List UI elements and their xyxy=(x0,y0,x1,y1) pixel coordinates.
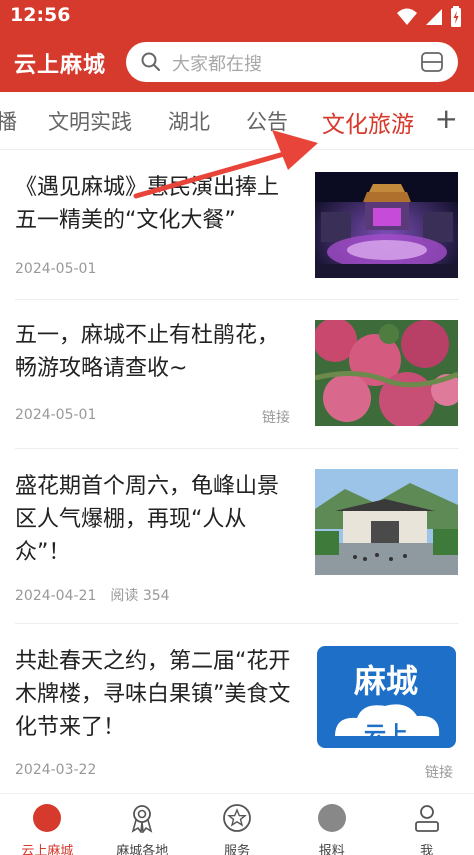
article-date: 2024-04-21 xyxy=(15,588,97,604)
wifi-icon xyxy=(397,8,417,25)
ribbon-badge-icon xyxy=(131,805,153,833)
article-title[interactable]: 盛花期首个周六，龟峰山景区人气爆棚，再现“人从众”！ xyxy=(15,470,300,569)
status-icons xyxy=(396,6,462,28)
nav-label: 云上麻城 xyxy=(21,844,74,855)
bottom-navigation: 云上麻城 麻城各地 服务 报料 我 xyxy=(0,793,474,855)
app-title: 云上麻城 xyxy=(14,53,107,78)
svg-text:云上: 云上 xyxy=(364,723,408,748)
channel-tabs: 播 文明实践 湖北 公告 文化旅游 + xyxy=(0,92,474,150)
signal-icon xyxy=(426,9,442,25)
app-bar: 云上麻城 大家都在搜 xyxy=(0,34,474,92)
nav-label: 服务 xyxy=(223,844,250,855)
star-icon xyxy=(223,804,251,832)
tab-partial[interactable]: 播 xyxy=(0,106,17,136)
list-item[interactable]: 盛花期首个周六，龟峰山景区人气爆棚，再现“人从众”！ 2024-04-21 阅读 … xyxy=(0,449,474,623)
article-meta: 2024-03-22 xyxy=(15,762,96,778)
article-meta: 2024-05-01 xyxy=(15,261,96,277)
tab-hubei[interactable]: 湖北 xyxy=(168,106,210,136)
search-icon xyxy=(141,52,160,71)
nav-label: 报料 xyxy=(318,844,345,855)
nav-macheng-areas[interactable]: 麻城各地 xyxy=(95,794,190,855)
article-thumbnail[interactable] xyxy=(315,320,458,426)
nav-services[interactable]: 服务 xyxy=(190,794,285,855)
link-tag: 链接 xyxy=(262,410,290,426)
list-item[interactable]: 五一，麻城不止有杜鹃花，畅游攻略请查收~ 2024-05-01 链接 xyxy=(0,300,474,448)
scenic-gate-image xyxy=(315,469,458,575)
report-icon xyxy=(317,804,346,832)
link-tag: 链接 xyxy=(425,765,453,781)
tab-wenming[interactable]: 文明实践 xyxy=(48,106,132,136)
home-icon xyxy=(33,804,62,832)
tab-culture-tourism[interactable]: 文化旅游 xyxy=(322,105,414,139)
article-meta: 2024-04-21 阅读 354 xyxy=(15,585,170,605)
nav-me[interactable]: 我 xyxy=(379,794,474,855)
nav-yunshang-macheng[interactable]: 云上麻城 xyxy=(0,794,95,855)
article-thumbnail[interactable] xyxy=(315,469,458,575)
search-placeholder: 大家都在搜 xyxy=(172,54,262,75)
article-thumbnail[interactable] xyxy=(315,172,458,278)
nav-report[interactable]: 报料 xyxy=(284,794,379,855)
article-thumbnail[interactable]: 麻城 云上 xyxy=(315,644,458,750)
list-item[interactable]: 共赴春天之约，第二届“花开木牌楼，寻味白果镇”美食文化节来了！ 2024-03-… xyxy=(0,624,474,792)
status-bar: 12:56 xyxy=(0,0,474,34)
scan-icon[interactable] xyxy=(420,50,444,74)
add-tab-button[interactable]: + xyxy=(435,102,458,135)
nav-label: 麻城各地 xyxy=(116,844,169,855)
nav-label: 我 xyxy=(420,844,434,855)
article-title[interactable]: 《遇见麻城》惠民演出捧上五一精美的“文化大餐” xyxy=(15,171,300,237)
article-date: 2024-05-01 xyxy=(15,407,97,423)
search-box[interactable]: 大家都在搜 xyxy=(126,42,458,82)
azalea-mountain-image xyxy=(315,320,458,426)
status-time: 12:56 xyxy=(10,4,71,26)
article-date: 2024-03-22 xyxy=(15,762,97,778)
article-title[interactable]: 共赴春天之约，第二届“花开木牌楼，寻味白果镇”美食文化节来了！ xyxy=(15,645,300,744)
battery-icon xyxy=(451,6,461,27)
stage-performance-image xyxy=(315,172,458,278)
article-date: 2024-05-01 xyxy=(15,261,97,277)
article-title[interactable]: 五一，麻城不止有杜鹃花，畅游攻略请查收~ xyxy=(15,319,300,385)
read-count: 阅读 354 xyxy=(110,588,170,604)
user-icon xyxy=(414,805,439,832)
svg-text:麻城: 麻城 xyxy=(354,662,418,700)
list-item[interactable]: 《遇见麻城》惠民演出捧上五一精美的“文化大餐” 2024-05-01 xyxy=(0,151,474,299)
yunshang-macheng-logo: 麻城 云上 xyxy=(315,644,458,750)
article-meta: 2024-05-01 xyxy=(15,407,96,423)
tab-notice[interactable]: 公告 xyxy=(246,106,288,136)
